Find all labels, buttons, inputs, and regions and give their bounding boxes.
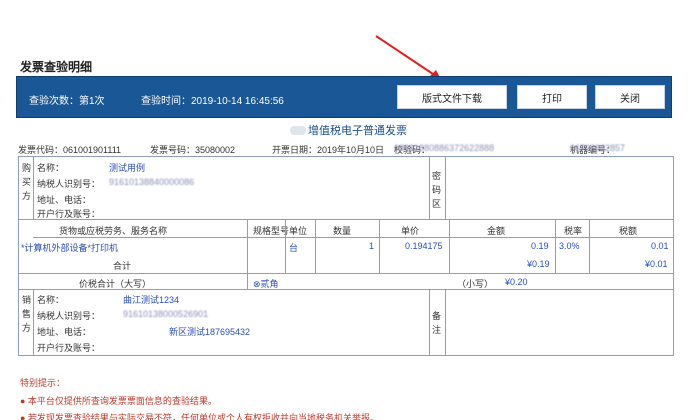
invoice-date: 开票日期：2019年10月10日: [272, 145, 385, 155]
password-area-label: 密码区: [432, 171, 442, 209]
special-notice: 特别提示： ● 本平台仅提供所查询发票票面信息的查验结果。 ● 若发现发票查验结…: [20, 376, 379, 420]
close-button[interactable]: 关闭: [595, 85, 665, 109]
item-rate: 3.0%: [559, 241, 580, 251]
seller-address-value: 新区测试187695432: [169, 327, 251, 337]
page-title: 发票查验明细: [20, 60, 93, 74]
seller-name-value: 曲江测试1234: [123, 295, 180, 305]
item-unit: 台: [289, 243, 299, 253]
header-tax: 税额: [619, 226, 638, 236]
buyer-tax-value: 91610138840000086: [109, 177, 195, 187]
item-price: 0.194175: [405, 241, 443, 251]
invoice-title: 增值税电子普通发票: [290, 122, 407, 138]
invoice-table: 购买方 名称： 测试用例 纳税人识别号： 91610138840000086 地…: [18, 156, 674, 356]
sum-lower-value: ¥0.20: [505, 277, 528, 287]
seller-bank-label: 开户行及账号：: [37, 343, 101, 353]
notice-line-1: ● 本平台仅提供所查询发票票面信息的查验结果。: [20, 396, 217, 406]
buyer-section-label: 购买方: [22, 163, 32, 201]
header-unit: 单位: [289, 226, 308, 236]
remark-label: 备注: [432, 311, 442, 335]
notice-title: 特别提示：: [20, 378, 66, 388]
item-amount: 0.19: [531, 241, 549, 251]
buyer-address-label: 地址、电话：: [37, 195, 92, 205]
buyer-tax-label: 纳税人识别号：: [37, 179, 101, 189]
header-amount: 金额: [487, 226, 506, 236]
blurred-region: [290, 126, 306, 135]
notice-line-2: ● 若发现发票查验结果与实际交易不符，任何单位或个人有权拒收并向当地税务机关举报…: [20, 413, 379, 420]
buyer-name-value: 测试用例: [109, 163, 146, 173]
header-rate: 税率: [564, 226, 583, 236]
seller-address-label: 地址、电话：: [37, 327, 92, 337]
total-amount: ¥0.19: [527, 259, 550, 269]
header-qty: 数量: [333, 226, 352, 236]
seller-tax-value: 91610138000526901: [123, 309, 209, 319]
invoice-number: 发票号码：35080002: [150, 145, 236, 155]
check-time: 查验时间：2019-10-14 16:45:56: [141, 96, 284, 107]
item-tax: 0.01: [651, 241, 669, 251]
invoice-code: 发票代码：061001901111: [18, 145, 122, 155]
buyer-name-label: 名称：: [37, 163, 65, 173]
item-qty: 1: [369, 241, 375, 251]
check-info-bar: 查验次数：第1次 查验时间：2019-10-14 16:45:56 版式文件下载…: [16, 76, 672, 118]
seller-section-label: 销售方: [22, 295, 32, 333]
check-count: 查验次数：第1次: [29, 96, 105, 107]
total-tax: ¥0.01: [645, 259, 668, 269]
download-format-file-button[interactable]: 版式文件下载: [397, 85, 507, 109]
print-button[interactable]: 打印: [517, 85, 587, 109]
item-name: *计算机外部设备*打印机: [21, 243, 119, 253]
seller-tax-label: 纳税人识别号：: [37, 311, 101, 321]
header-spec: 规格型号: [253, 226, 290, 236]
total-label: 合计: [113, 261, 132, 271]
seller-name-label: 名称：: [37, 295, 65, 305]
header-price: 单价: [401, 226, 420, 236]
header-goods-name: 货物或应税劳务、服务名称: [59, 226, 168, 236]
